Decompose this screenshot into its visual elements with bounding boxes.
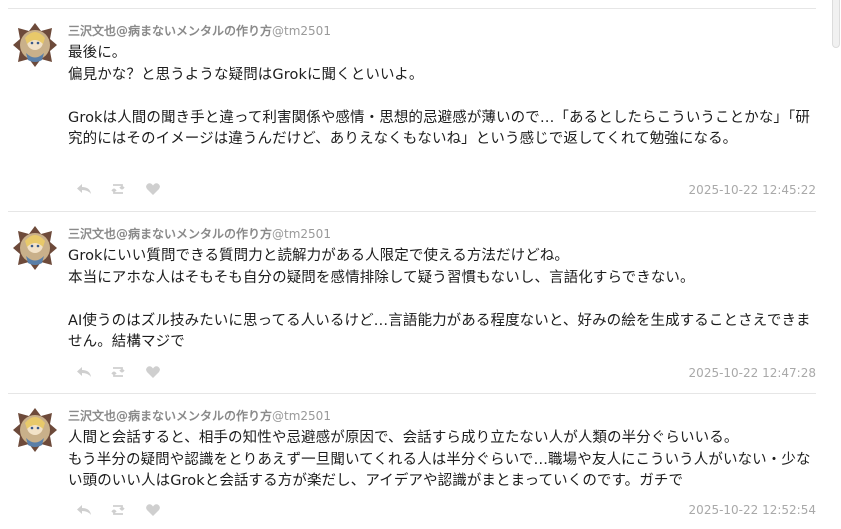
heart-icon[interactable] bbox=[143, 363, 163, 381]
heart-icon[interactable] bbox=[143, 501, 163, 519]
tweet[interactable]: 三沢文也@病まないメンタルの作り方@tm2501 人間と会話すると、相手の知性や… bbox=[8, 395, 816, 529]
avatar[interactable] bbox=[12, 407, 58, 453]
avatar[interactable] bbox=[12, 22, 58, 68]
scrollbar-thumb[interactable] bbox=[832, 0, 840, 48]
heart-icon[interactable] bbox=[143, 180, 163, 198]
retweet-icon[interactable] bbox=[108, 363, 128, 381]
tweet[interactable]: 三沢文也@病まないメンタルの作り方@tm2501 最後に。 偏見かな？と思うよう… bbox=[8, 10, 816, 210]
tweet-author: 三沢文也@病まないメンタルの作り方@tm2501 bbox=[68, 225, 331, 242]
author-handle[interactable]: @tm2501 bbox=[272, 409, 331, 423]
retweet-icon[interactable] bbox=[108, 501, 128, 519]
author-handle[interactable]: @tm2501 bbox=[272, 227, 331, 241]
author-name[interactable]: 三沢文也@病まないメンタルの作り方 bbox=[68, 409, 272, 423]
tweet-divider bbox=[8, 211, 816, 212]
tweet-timestamp[interactable]: 2025-10-22 12:52:54 bbox=[689, 503, 816, 517]
reply-icon[interactable] bbox=[74, 501, 94, 519]
tweet-timestamp[interactable]: 2025-10-22 12:47:28 bbox=[689, 366, 816, 380]
tweet-feed: 三沢文也@病まないメンタルの作り方@tm2501 最後に。 偏見かな？と思うよう… bbox=[0, 0, 828, 529]
tweet-actions bbox=[68, 363, 188, 381]
tweet-author: 三沢文也@病まないメンタルの作り方@tm2501 bbox=[68, 407, 331, 424]
tweet-divider bbox=[8, 393, 816, 394]
tweet-author: 三沢文也@病まないメンタルの作り方@tm2501 bbox=[68, 22, 331, 39]
tweet-text: 最後に。 偏見かな？と思うような疑問はGrokに聞くといいよ。 Grokは人間の… bbox=[68, 45, 810, 147]
author-handle[interactable]: @tm2501 bbox=[272, 24, 331, 38]
reply-icon[interactable] bbox=[74, 180, 94, 198]
scrollbar[interactable] bbox=[830, 0, 841, 529]
author-name[interactable]: 三沢文也@病まないメンタルの作り方 bbox=[68, 227, 272, 241]
tweet[interactable]: 三沢文也@病まないメンタルの作り方@tm2501 Grokにいい質問できる質問力… bbox=[8, 213, 816, 393]
avatar[interactable] bbox=[12, 225, 58, 271]
tweet-divider bbox=[8, 8, 816, 9]
retweet-icon[interactable] bbox=[108, 180, 128, 198]
tweet-text: Grokにいい質問できる質問力と読解力がある人限定で使える方法だけどね。 本当に… bbox=[68, 248, 811, 350]
reply-icon[interactable] bbox=[74, 363, 94, 381]
author-name[interactable]: 三沢文也@病まないメンタルの作り方 bbox=[68, 24, 272, 38]
tweet-actions bbox=[68, 180, 188, 198]
tweet-text: 人間と会話すると、相手の知性や忌避感が原因で、会話すら成り立たない人が人類の半分… bbox=[68, 430, 811, 489]
tweet-timestamp[interactable]: 2025-10-22 12:45:22 bbox=[689, 183, 816, 197]
tweet-actions bbox=[68, 501, 188, 519]
